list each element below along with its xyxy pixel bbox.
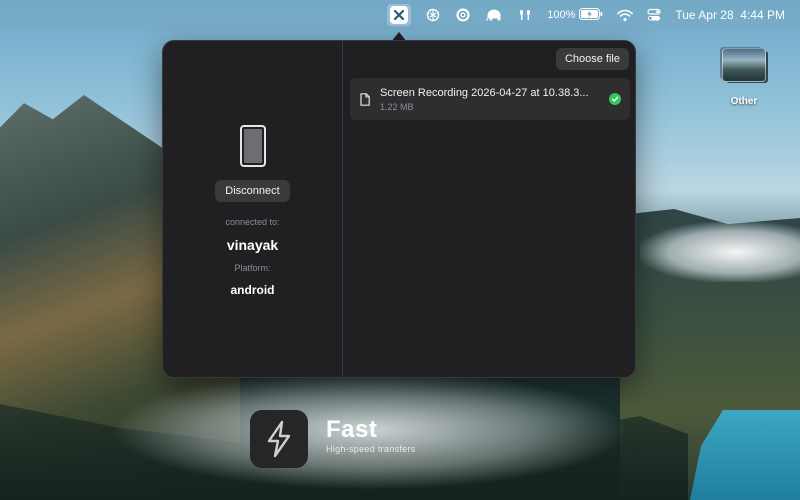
desktop-stack-other[interactable]: Other — [718, 48, 770, 107]
menubar-clock[interactable]: Tue Apr 28 4:44 PM — [675, 4, 785, 26]
elephant-icon[interactable] — [485, 4, 503, 26]
wallpaper-fog-right — [640, 222, 800, 282]
files-panel: Choose file Screen Recording 2026-04-27 … — [344, 41, 635, 377]
choose-file-button[interactable]: Choose file — [555, 48, 629, 70]
battery-percent: 100% — [547, 9, 576, 21]
file-list-item[interactable]: Screen Recording 2026-04-27 at 10.38.3..… — [350, 78, 630, 120]
desktop-item-label: Other — [730, 96, 758, 107]
airpods-icon[interactable] — [517, 4, 533, 26]
device-panel: Disconnect connected to: vinayak Platfor… — [163, 41, 343, 377]
app-menubar-button[interactable] — [387, 4, 412, 26]
device-name: vinayak — [226, 237, 279, 253]
platform-value: android — [230, 283, 275, 297]
connected-to-label: connected to: — [225, 217, 280, 227]
file-name: Screen Recording 2026-04-27 at 10.38.3..… — [380, 86, 589, 99]
banner-subtitle: High-speed transfers — [326, 444, 416, 454]
wifi-icon[interactable] — [617, 4, 634, 26]
menu-bar: 100% Tue Apr 28 4:44 PM — [0, 0, 800, 30]
close-x-icon — [390, 6, 409, 24]
banner-title: Fast — [326, 416, 378, 443]
checkmark-icon — [609, 93, 621, 105]
phone-icon — [239, 125, 266, 167]
openai-icon[interactable] — [425, 4, 441, 26]
disconnect-button[interactable]: Disconnect — [215, 180, 290, 202]
transfer-popover: Disconnect connected to: vinayak Platfor… — [162, 40, 636, 378]
file-size: 1.22 MB — [380, 101, 414, 112]
battery-status[interactable]: 100% — [547, 4, 603, 26]
document-icon — [360, 92, 370, 106]
control-center-icon[interactable] — [647, 4, 661, 26]
battery-charging-icon — [579, 7, 603, 23]
platform-label: Platform: — [234, 263, 271, 273]
bolt-icon — [250, 410, 308, 468]
target-icon[interactable] — [455, 4, 471, 26]
stack-thumbnail — [722, 48, 766, 82]
